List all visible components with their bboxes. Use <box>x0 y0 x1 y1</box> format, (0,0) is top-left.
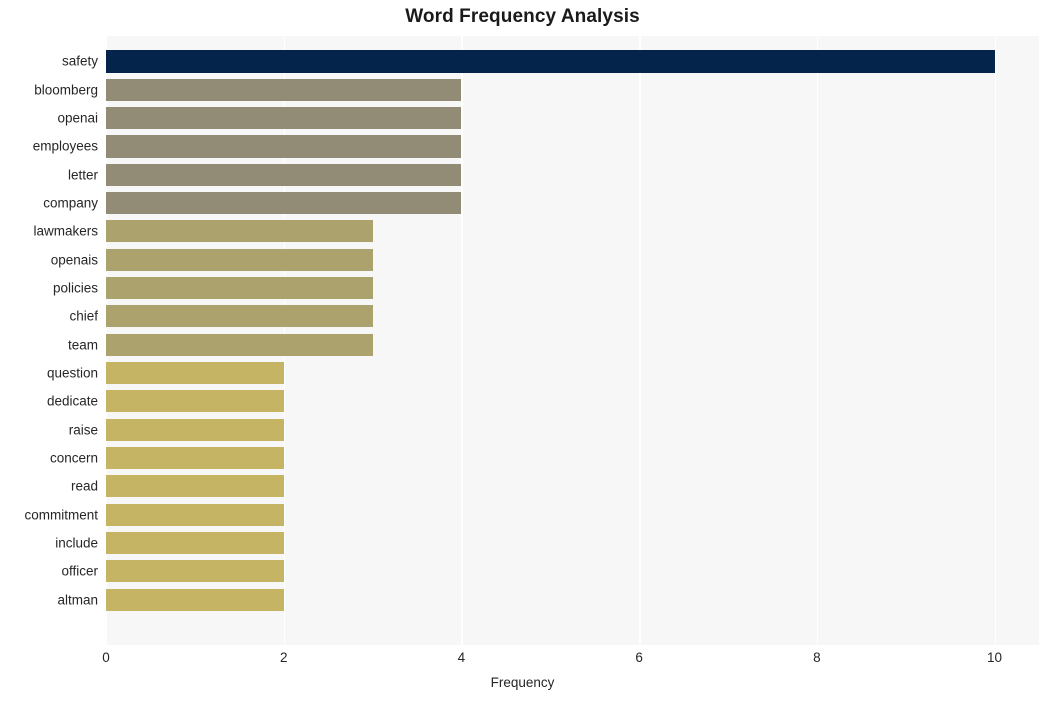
x-tick-label-4: 4 <box>457 650 466 665</box>
x-tick-label-10: 10 <box>987 650 1003 665</box>
y-tick-label-letter: letter <box>67 167 98 183</box>
y-tick-label-officer: officer <box>61 563 98 579</box>
y-tick-label-safety: safety <box>61 53 98 69</box>
y-tick-label-chief: chief <box>69 308 98 324</box>
y-axis-tick-labels: safety bloomberg openai employees letter comp… <box>0 36 1045 645</box>
y-tick-label-read: read <box>70 478 98 494</box>
y-tick-label-policies: policies <box>52 280 98 296</box>
y-tick-label-question: question <box>46 365 98 381</box>
chart-title: Word Frequency Analysis <box>405 6 640 27</box>
x-axis-label: Frequency <box>490 675 555 690</box>
y-tick-label-openai: openai <box>57 110 98 126</box>
y-tick-label-company: company <box>43 195 98 211</box>
y-tick-label-employees: employees <box>32 138 98 154</box>
y-tick-label-commitment: commitment <box>24 507 98 523</box>
y-tick-label-altman: altman <box>57 592 98 608</box>
chart-figure: Word Frequency Analysis safety bloomberg o… <box>0 0 1045 701</box>
y-tick-label-raise: raise <box>68 422 98 438</box>
y-tick-label-bloomberg: bloomberg <box>34 82 98 98</box>
x-tick-label-2: 2 <box>279 650 288 665</box>
y-tick-label-lawmakers: lawmakers <box>33 223 98 239</box>
y-tick-label-team: team <box>67 337 98 353</box>
y-tick-label-concern: concern <box>49 450 98 466</box>
y-tick-label-include: include <box>55 535 98 551</box>
y-tick-label-dedicate: dedicate <box>46 393 98 409</box>
x-axis-tick-labels: 0 2 4 6 8 10 <box>0 650 1045 674</box>
x-tick-label-0: 0 <box>102 650 110 665</box>
x-tick-label-6: 6 <box>635 650 643 665</box>
x-tick-label-8: 8 <box>813 650 821 665</box>
y-tick-label-openais: openais <box>50 252 98 268</box>
